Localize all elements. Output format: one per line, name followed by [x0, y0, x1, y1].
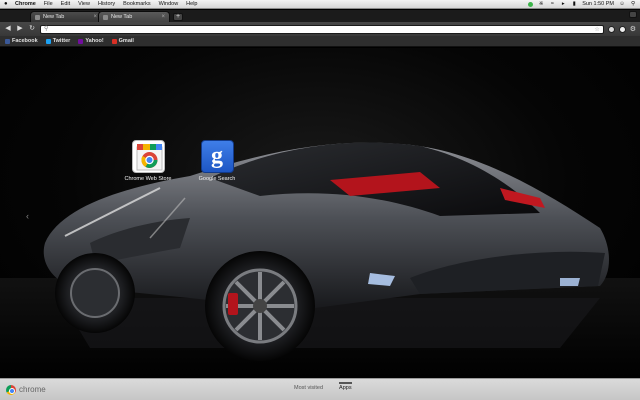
menu-view[interactable]: View	[78, 1, 90, 7]
bookmark-label: Facebook	[12, 38, 38, 44]
omnibox[interactable]: ⚲ ☆	[40, 24, 604, 34]
battery-icon[interactable]: ▮	[571, 1, 577, 7]
chrome-logo-icon	[6, 384, 16, 395]
user-icon[interactable]: ☺	[619, 1, 625, 7]
bookmark-label: Gmail	[118, 38, 134, 44]
chrome-logo: chrome	[6, 384, 46, 395]
tab-apps[interactable]: Apps	[339, 382, 352, 391]
bookmark-star-icon[interactable]: ☆	[594, 26, 599, 33]
menu-clock[interactable]: Sun 1:50 PM	[582, 1, 614, 7]
wifi-icon[interactable]: ≈	[549, 1, 555, 7]
extension-icon[interactable]	[607, 25, 615, 33]
chrome-web-store-icon	[131, 140, 165, 173]
menu-file[interactable]: File	[44, 1, 53, 7]
tab-close-icon[interactable]: ×	[93, 14, 97, 20]
facebook-icon	[5, 38, 10, 44]
tab-close-icon[interactable]: ×	[161, 14, 165, 20]
window-resize-icon[interactable]	[629, 11, 637, 18]
bookmark-yahoo[interactable]: Yahoo!	[78, 38, 104, 44]
chrome-logo-text: chrome	[19, 385, 46, 394]
volume-icon[interactable]: ▸	[560, 1, 566, 7]
bookmark-gmail[interactable]: Gmail	[111, 38, 134, 44]
extension-icon-2[interactable]	[618, 25, 626, 33]
tab-strip: New Tab × New Tab × +	[0, 10, 640, 22]
tab-new-tab-2[interactable]: New Tab ×	[98, 11, 170, 22]
wrench-menu-icon[interactable]: ⚙	[630, 25, 636, 33]
tab-new-tab-1[interactable]: New Tab ×	[30, 11, 102, 22]
menu-status-area: ※ ≈ ▸ ▮ Sun 1:50 PM ☺ ⚲	[528, 1, 636, 7]
tab-favicon-icon	[103, 14, 108, 20]
bookmark-label: Yahoo!	[85, 38, 104, 44]
app-google-search[interactable]: g Google Search	[182, 140, 252, 182]
menu-edit[interactable]: Edit	[61, 1, 70, 7]
bluetooth-icon[interactable]: ※	[538, 1, 544, 7]
tab-most-visited[interactable]: Most visited	[294, 385, 323, 391]
new-tab-button[interactable]: +	[173, 13, 183, 21]
app-chrome-web-store[interactable]: Chrome Web Store	[113, 140, 183, 182]
menu-window[interactable]: Window	[159, 1, 179, 7]
menu-help[interactable]: Help	[186, 1, 197, 7]
toolbar: ◀ ▶ ↻ ⚲ ☆ ⚙	[0, 22, 640, 36]
menu-app-name[interactable]: Chrome	[15, 1, 36, 7]
ntp-section-tabs: Most visited Apps	[294, 382, 352, 391]
google-search-icon: g	[200, 140, 234, 173]
tab-label: New Tab	[43, 14, 65, 20]
menu-bookmarks[interactable]: Bookmarks	[123, 1, 151, 7]
url-input[interactable]	[50, 25, 595, 33]
new-tab-page: ‹ Chrome Web Store g Google Search	[0, 48, 640, 378]
previous-page-arrow-icon[interactable]: ‹	[26, 211, 29, 221]
tab-favicon-icon	[35, 14, 40, 20]
ntp-footer: chrome Most visited Apps	[0, 378, 640, 400]
bookmark-facebook[interactable]: Facebook	[5, 38, 38, 44]
car-wallpaper	[0, 142, 640, 378]
app-label: Google Search	[198, 176, 236, 182]
menu-bar: ● Chrome File Edit View History Bookmark…	[0, 0, 640, 9]
yahoo-icon	[78, 38, 84, 44]
tab-label: New Tab	[111, 14, 133, 20]
bookmarks-bar: Facebook Twitter Yahoo! Gmail	[0, 36, 640, 47]
green-status-icon[interactable]	[528, 1, 534, 7]
forward-arrow-icon[interactable]: ▶	[16, 25, 24, 33]
bookmark-twitter[interactable]: Twitter	[45, 38, 71, 44]
apple-menu-icon[interactable]: ●	[4, 1, 11, 7]
bookmark-label: Twitter	[52, 38, 71, 44]
gmail-icon	[111, 38, 117, 44]
spotlight-icon[interactable]: ⚲	[630, 1, 636, 7]
back-arrow-icon[interactable]: ◀	[4, 25, 12, 33]
menu-history[interactable]: History	[98, 1, 115, 7]
twitter-icon	[45, 38, 51, 44]
reload-icon[interactable]: ↻	[28, 25, 36, 33]
app-label: Chrome Web Store	[124, 176, 172, 182]
